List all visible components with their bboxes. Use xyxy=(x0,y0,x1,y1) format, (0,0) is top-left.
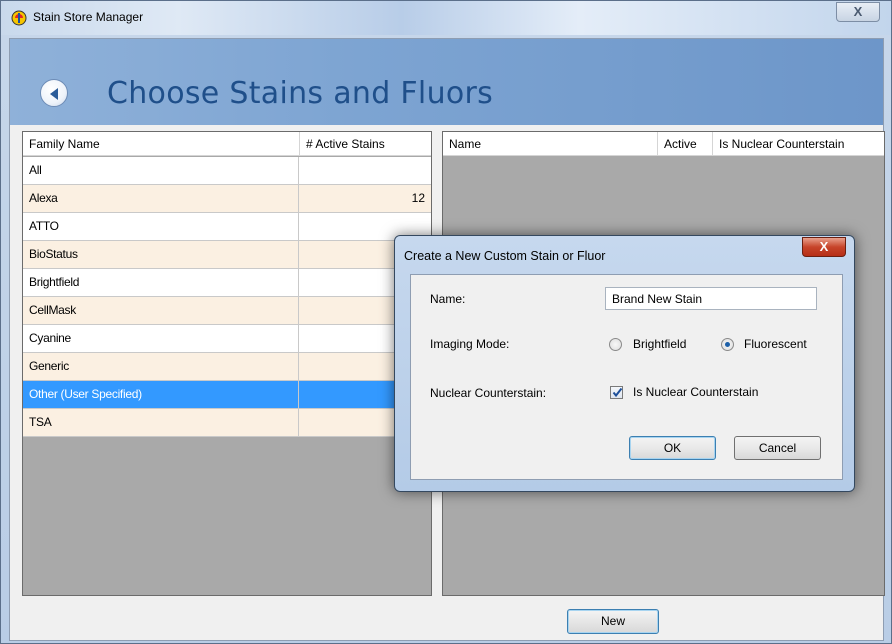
cancel-button[interactable]: Cancel xyxy=(734,436,821,460)
back-button[interactable] xyxy=(40,79,68,107)
name-input[interactable] xyxy=(605,287,817,310)
family-name-cell: TSA xyxy=(23,409,299,436)
dialog-title: Create a New Custom Stain or Fluor xyxy=(404,249,606,263)
table-row[interactable]: ATTO xyxy=(23,213,431,241)
column-header-family-name[interactable]: Family Name xyxy=(23,132,300,156)
imaging-mode-label: Imaging Mode: xyxy=(430,337,510,351)
family-name-cell: CellMask xyxy=(23,297,299,324)
title-bar[interactable]: Stain Store Manager X xyxy=(1,1,891,35)
dialog-close-button[interactable]: X xyxy=(802,237,846,257)
family-name-cell: BioStatus xyxy=(23,241,299,268)
column-header-active-stains[interactable]: # Active Stains xyxy=(300,132,431,156)
family-name-cell: Generic xyxy=(23,353,299,380)
brightfield-radio[interactable] xyxy=(609,338,622,351)
brightfield-radio-label[interactable]: Brightfield xyxy=(633,337,686,351)
nuclear-counterstain-checkbox-label[interactable]: Is Nuclear Counterstain xyxy=(633,385,758,399)
table-row[interactable]: Brightfield xyxy=(23,269,431,297)
column-header-active[interactable]: Active xyxy=(658,132,713,156)
app-icon xyxy=(11,10,27,26)
nuclear-counterstain-label: Nuclear Counterstain: xyxy=(430,386,547,400)
column-header-name[interactable]: Name xyxy=(443,132,658,156)
dialog-body: Name: Imaging Mode: Brightfield Fluoresc… xyxy=(410,274,843,480)
page-title: Choose Stains and Fluors xyxy=(107,76,494,111)
family-name-cell: All xyxy=(23,157,299,184)
new-stain-dialog: Create a New Custom Stain or Fluor X Nam… xyxy=(394,235,855,492)
family-name-cell: Other (User Specified) xyxy=(23,381,299,408)
close-icon: X xyxy=(853,4,863,19)
new-button[interactable]: New xyxy=(567,609,659,634)
fluorescent-radio[interactable] xyxy=(721,338,734,351)
table-row[interactable]: Generic xyxy=(23,353,431,381)
nuclear-counterstain-checkbox[interactable] xyxy=(610,386,623,399)
table-row[interactable]: CellMask xyxy=(23,297,431,325)
table-row[interactable]: BioStatus xyxy=(23,241,431,269)
family-name-cell: Alexa xyxy=(23,185,299,212)
family-grid[interactable]: Family Name # Active Stains All Alexa 12 AT… xyxy=(22,131,432,596)
table-row[interactable]: All xyxy=(23,157,431,185)
window-title: Stain Store Manager xyxy=(33,10,144,24)
table-row[interactable]: Alexa 12 xyxy=(23,185,431,213)
checkmark-icon xyxy=(612,387,623,398)
family-name-cell: Brightfield xyxy=(23,269,299,296)
family-name-cell: Cyanine xyxy=(23,325,299,352)
family-name-cell: ATTO xyxy=(23,213,299,240)
ok-button[interactable]: OK xyxy=(629,436,716,460)
family-grid-header: Family Name # Active Stains xyxy=(23,132,431,156)
fluorescent-radio-label[interactable]: Fluorescent xyxy=(744,337,807,351)
table-row[interactable]: Cyanine xyxy=(23,325,431,353)
active-stains-cell: 12 xyxy=(411,191,425,205)
table-row[interactable]: TSA xyxy=(23,409,431,437)
table-row[interactable]: Other (User Specified) xyxy=(23,381,431,409)
app-window: Stain Store Manager X Choose Stains and … xyxy=(0,0,892,644)
back-arrow-icon xyxy=(50,88,58,100)
window-close-button[interactable]: X xyxy=(836,2,880,22)
header-banner: Choose Stains and Fluors xyxy=(10,39,883,125)
column-header-nuclear[interactable]: Is Nuclear Counterstain xyxy=(713,132,884,156)
close-icon: X xyxy=(819,239,829,254)
stain-grid-header: Name Active Is Nuclear Counterstain xyxy=(443,132,884,156)
active-stains-cell xyxy=(300,157,431,184)
name-label: Name: xyxy=(430,292,466,306)
